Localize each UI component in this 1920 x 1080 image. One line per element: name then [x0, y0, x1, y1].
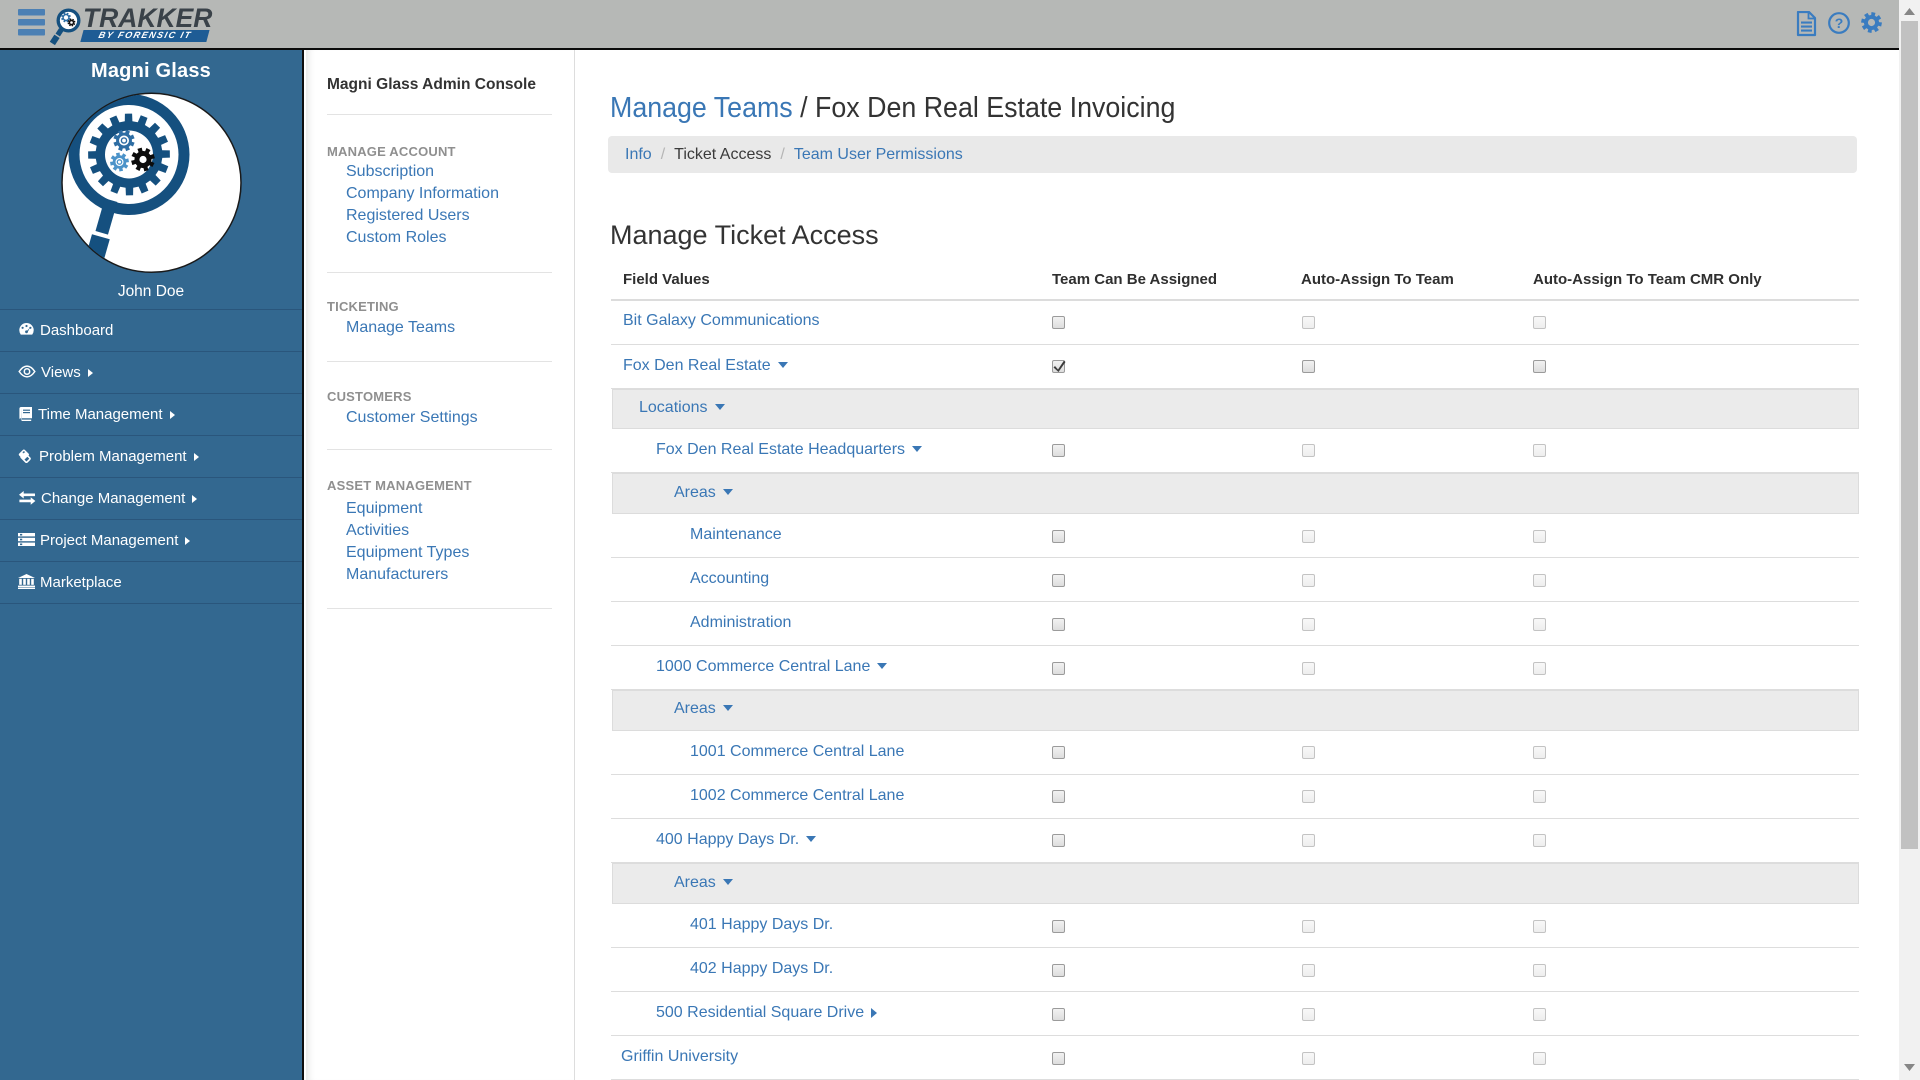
svg-text:?: ?: [1835, 15, 1844, 31]
